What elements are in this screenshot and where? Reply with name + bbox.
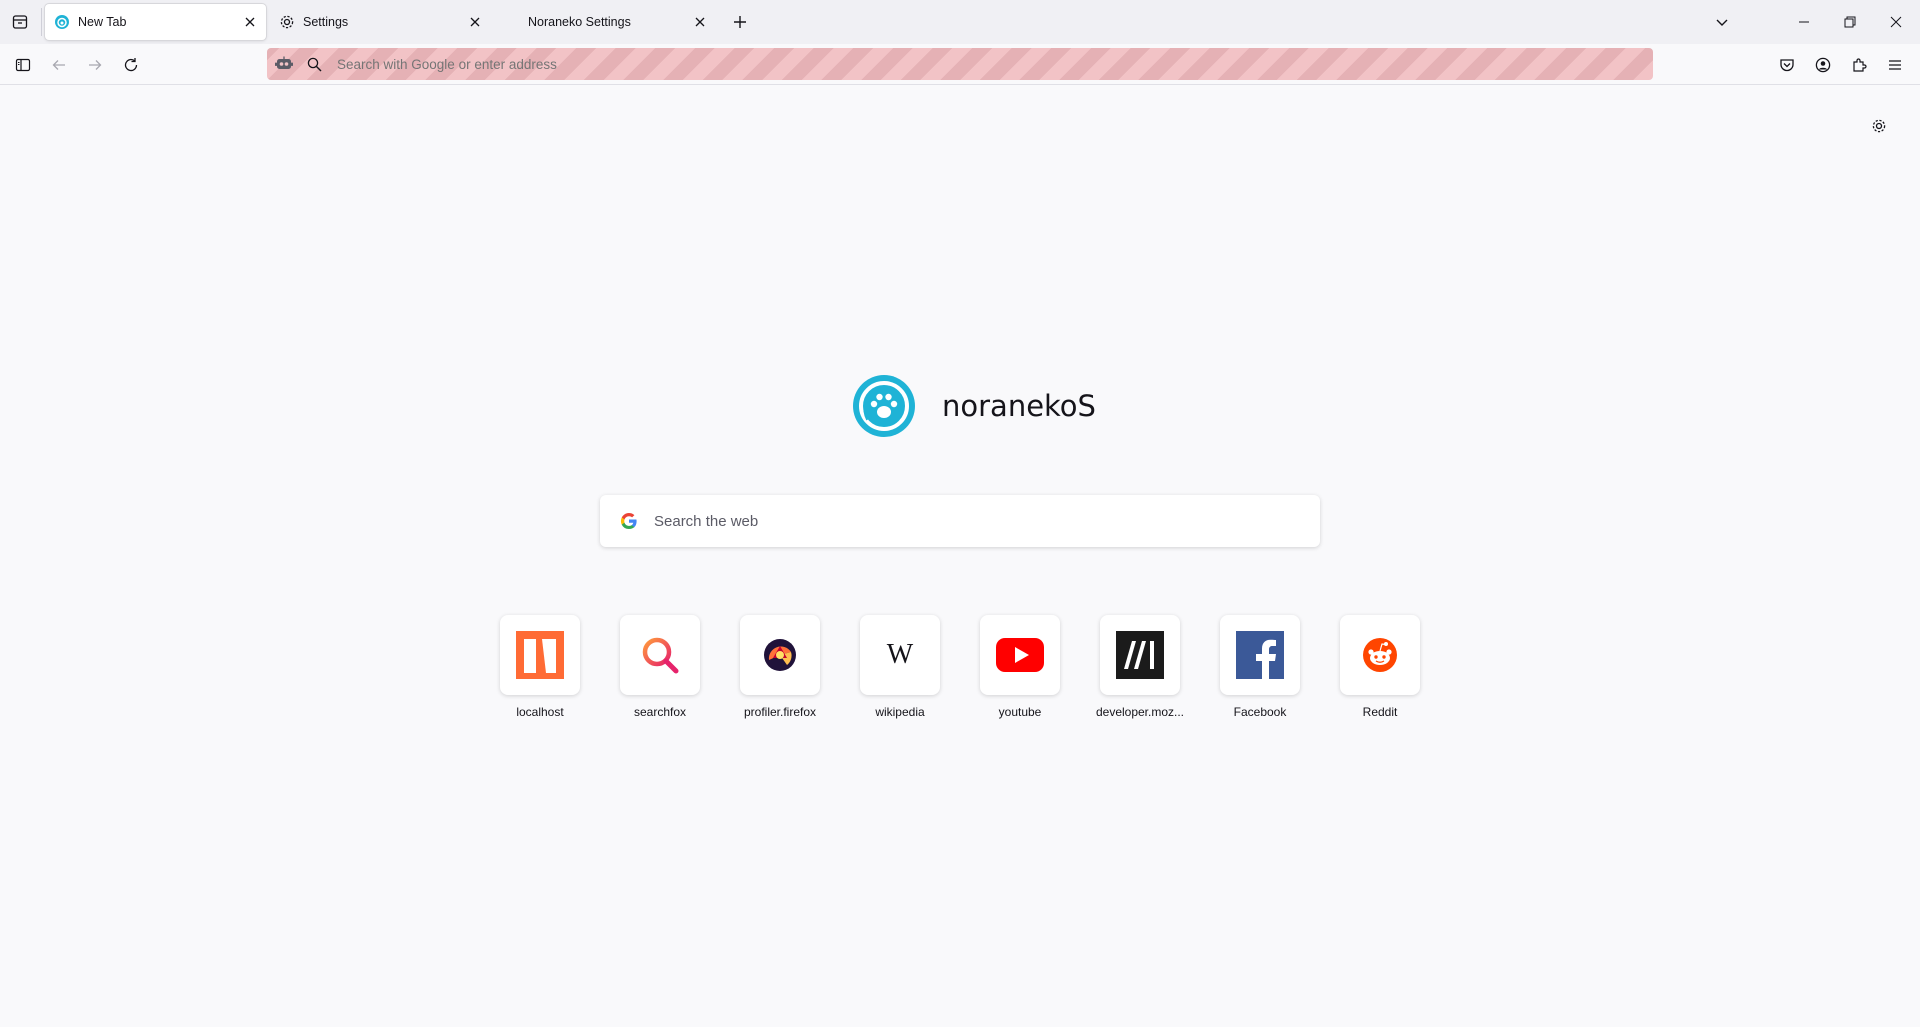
sidebar-icon — [15, 58, 31, 72]
pocket-icon — [1780, 59, 1794, 72]
robot-icon[interactable] — [274, 54, 294, 74]
restore-icon — [1844, 16, 1856, 28]
mdn-icon — [1116, 631, 1164, 679]
top-site-wikipedia[interactable]: W wikipedia — [840, 615, 960, 719]
localhost-icon — [516, 631, 564, 679]
url-bar[interactable] — [267, 48, 1653, 80]
tab-title: New Tab — [78, 15, 127, 29]
sidebar-button[interactable] — [10, 52, 36, 78]
app-menu-button[interactable] — [1882, 52, 1908, 78]
top-site-label: profiler.firefox — [743, 705, 817, 719]
firefox-view-button[interactable] — [8, 10, 32, 34]
restore-button[interactable] — [1827, 4, 1873, 40]
reddit-icon — [1363, 638, 1397, 672]
close-icon — [1890, 16, 1902, 28]
top-site-searchfox[interactable]: searchfox — [600, 615, 720, 719]
top-site-tile[interactable] — [1340, 615, 1420, 695]
account-button[interactable] — [1810, 52, 1836, 78]
facebook-icon — [1236, 631, 1284, 679]
puzzle-piece-icon — [1853, 58, 1867, 72]
pocket-button[interactable] — [1774, 52, 1800, 78]
noraneko-icon — [54, 14, 70, 30]
minimize-button[interactable] — [1781, 4, 1827, 40]
top-site-facebook[interactable]: Facebook — [1200, 615, 1320, 719]
top-site-tile[interactable] — [620, 615, 700, 695]
account-icon — [1815, 57, 1831, 73]
top-site-tile[interactable] — [740, 615, 820, 695]
top-site-developer-mozilla[interactable]: developer.moz... — [1080, 615, 1200, 719]
tab-noraneko-settings[interactable]: Noraneko Settings — [495, 4, 716, 40]
browser-logo: noranekoS — [853, 375, 1096, 437]
top-site-tile[interactable] — [980, 615, 1060, 695]
top-site-tile[interactable]: W — [860, 615, 940, 695]
top-site-tile[interactable] — [1100, 615, 1180, 695]
new-tab-page: noranekoS Search the web localhost searc… — [0, 85, 1920, 1027]
top-site-tile[interactable] — [500, 615, 580, 695]
reload-icon — [124, 58, 138, 72]
top-site-label: developer.moz... — [1095, 705, 1185, 719]
forward-button[interactable] — [82, 52, 108, 78]
navigation-toolbar — [0, 44, 1920, 85]
top-site-label: localhost — [516, 705, 564, 719]
top-site-reddit[interactable]: Reddit — [1320, 615, 1440, 719]
extensions-button[interactable] — [1846, 52, 1872, 78]
customize-button[interactable] — [1867, 114, 1891, 138]
top-site-label: Reddit — [1362, 705, 1398, 719]
top-site-label: wikipedia — [875, 705, 925, 719]
list-all-tabs-button[interactable] — [1710, 10, 1734, 34]
hamburger-menu-icon — [1889, 60, 1901, 70]
tab-title: Noraneko Settings — [528, 15, 631, 29]
top-site-localhost[interactable]: localhost — [480, 615, 600, 719]
new-tab-button[interactable] — [728, 10, 752, 34]
firefox-view-icon — [12, 15, 28, 29]
forward-arrow-icon — [89, 60, 102, 70]
wikipedia-icon: W — [886, 639, 914, 670]
chevron-down-icon — [1716, 19, 1728, 26]
blank-favicon — [504, 14, 520, 30]
minimize-icon — [1799, 21, 1809, 23]
google-icon — [618, 510, 640, 532]
top-site-tile[interactable] — [1220, 615, 1300, 695]
plus-icon — [734, 16, 746, 28]
close-icon[interactable] — [465, 12, 485, 32]
top-site-profiler[interactable]: profiler.firefox — [720, 615, 840, 719]
profiler-icon — [764, 639, 796, 671]
search-icon — [304, 54, 324, 74]
noraneko-logo-icon — [853, 375, 915, 437]
tab-new-tab[interactable]: New Tab — [45, 4, 266, 40]
close-icon[interactable] — [690, 12, 710, 32]
gear-icon — [1872, 119, 1886, 133]
top-site-youtube[interactable]: youtube — [960, 615, 1080, 719]
tab-strip: New Tab Settings Noraneko Settings — [0, 0, 1920, 44]
top-site-label: Facebook — [1233, 705, 1287, 719]
tab-settings[interactable]: Settings — [270, 4, 491, 40]
top-site-label: searchfox — [633, 705, 687, 719]
back-arrow-icon — [52, 60, 65, 70]
browser-wordmark: noranekoS — [942, 389, 1096, 423]
gear-icon — [279, 14, 295, 30]
back-button[interactable] — [46, 52, 72, 78]
web-search-placeholder: Search the web — [654, 512, 759, 530]
searchfox-icon — [642, 637, 679, 674]
reload-button[interactable] — [118, 52, 144, 78]
url-input[interactable] — [337, 56, 1653, 72]
close-icon[interactable] — [240, 12, 260, 32]
tab-title: Settings — [303, 15, 349, 29]
close-window-button[interactable] — [1873, 4, 1919, 40]
tab-separator — [41, 8, 42, 36]
youtube-icon — [996, 638, 1044, 672]
top-site-label: youtube — [998, 705, 1042, 719]
web-search-box[interactable]: Search the web — [600, 495, 1320, 547]
